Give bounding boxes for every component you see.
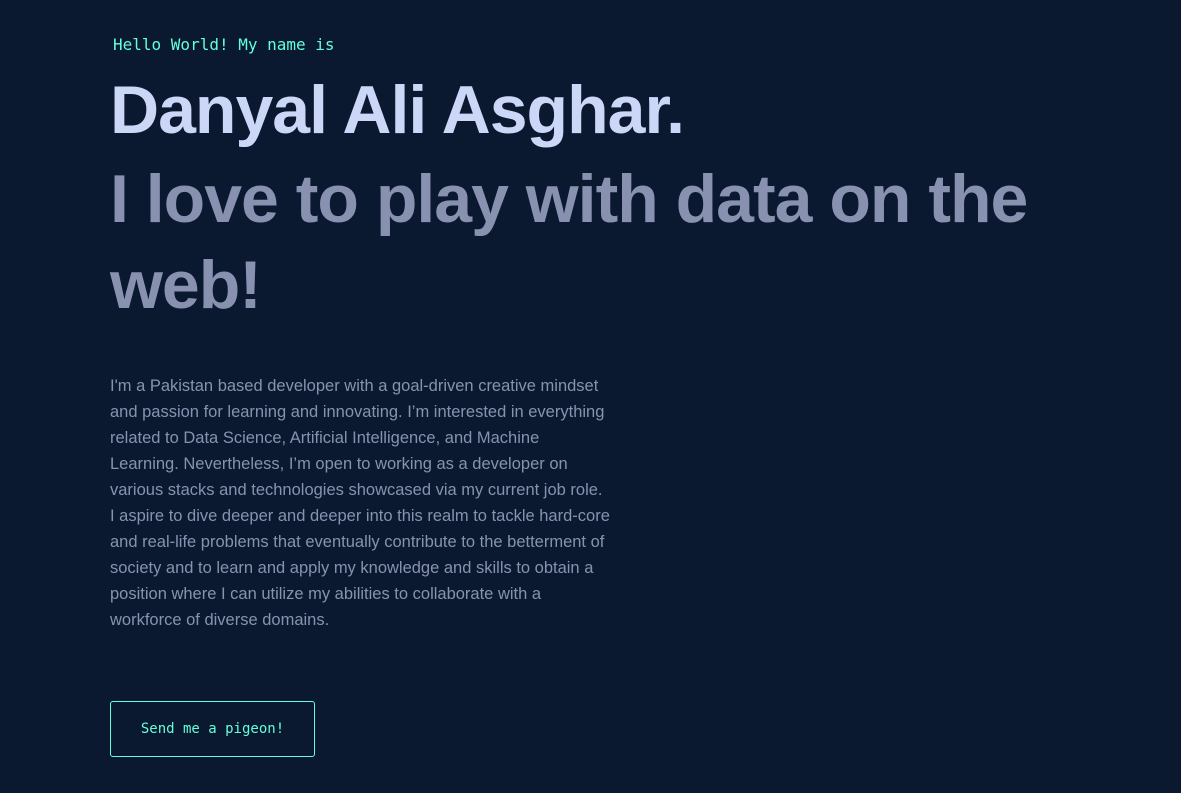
hero-name-heading: Danyal Ali Asghar.: [110, 72, 685, 148]
hero-tagline: I love to play with data on the web!: [110, 161, 1028, 323]
bio-paragraph: I'm a Pakistan based developer with a go…: [110, 377, 610, 629]
greeting-text: Hello World! My name is: [113, 35, 335, 54]
contact-button[interactable]: Send me a pigeon!: [110, 701, 315, 757]
hero-section: Hello World! My name is Danyal Ali Asgha…: [0, 0, 1181, 793]
